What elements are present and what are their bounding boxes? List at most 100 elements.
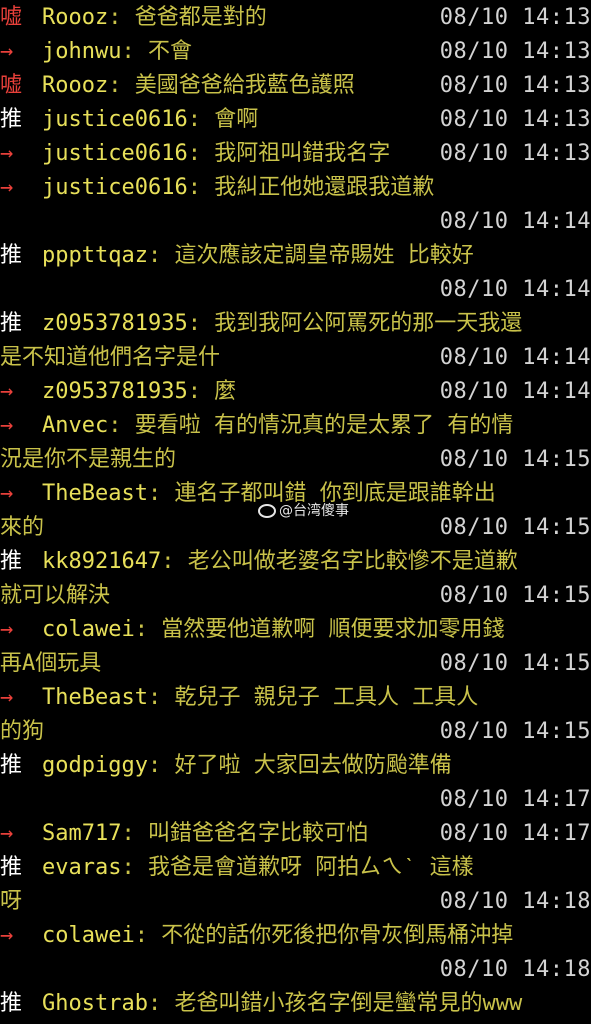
- push-tag: 推: [0, 243, 23, 268]
- boo-tag: 嘘: [0, 73, 23, 98]
- comment-time-line: 08/10 14:14: [0, 273, 591, 307]
- comment-line: 推 justice0616: 會啊 08/10 14:13: [0, 103, 591, 137]
- comment-line: → johnwu: 不會 08/10 14:13: [0, 35, 591, 69]
- comment-time: 08/10 14:15: [439, 447, 591, 472]
- comment-line: → TheBeast: 乾兒子 親兒子 工具人 工具人: [0, 681, 591, 715]
- username: Ghostrab: 老爸叫錯小孩名字倒是蠻常見的www: [42, 991, 523, 1016]
- comment-text: : 我爸是會道歉呀 阿拍ㄙㄟˋ 這樣: [121, 855, 474, 880]
- comment-time: 08/10 14:15: [439, 583, 591, 608]
- comment-time: 08/10 14:13: [439, 39, 591, 64]
- push-tag: 推: [0, 855, 23, 880]
- comment-time: 08/10 14:14: [439, 379, 591, 404]
- username: justice0616: 我糾正他她還跟我道歉: [42, 175, 435, 200]
- username: kk8921647: 老公叫做老婆名字比較慘不是道歉: [42, 549, 518, 574]
- comment-continuation: 的狗 08/10 14:15: [0, 715, 591, 749]
- comment-text: : 爸爸都是對的: [108, 5, 267, 30]
- push-tag: 推: [0, 107, 23, 132]
- username: evaras: 我爸是會道歉呀 阿拍ㄙㄟˋ 這樣: [42, 855, 474, 880]
- comment-text: : 乾兒子 親兒子 工具人 工具人: [147, 685, 479, 710]
- comment-time: 08/10 14:18: [439, 889, 591, 914]
- comment-time: 08/10 14:18: [439, 957, 591, 982]
- comment-line: → Sam717: 叫錯爸爸名字比較可怕 08/10 14:17: [0, 817, 591, 851]
- username: johnwu: 不會: [42, 39, 192, 64]
- comment-continuation: 況是你不是親生的 08/10 14:15: [0, 443, 591, 477]
- arrow-tag: →: [0, 141, 14, 166]
- comment-text: : 我阿祖叫錯我名字: [187, 141, 391, 166]
- push-tag: 推: [0, 311, 23, 336]
- comment-time: 08/10 14:13: [439, 107, 591, 132]
- comment-text-continued: 就可以解決: [0, 583, 111, 608]
- comment-line: 嘘 Roooz: 美國爸爸給我藍色護照 08/10 14:13: [0, 69, 591, 103]
- comment-line: → justice0616: 我糾正他她還跟我道歉: [0, 171, 591, 205]
- comment-line: 推 kk8921647: 老公叫做老婆名字比較慘不是道歉: [0, 545, 591, 579]
- comment-continuation: 是不知道他們名字是什 08/10 14:14: [0, 341, 591, 375]
- comment-line: 推 evaras: 我爸是會道歉呀 阿拍ㄙㄟˋ 這樣: [0, 851, 591, 885]
- comment-time: 08/10 14:15: [439, 651, 591, 676]
- comment-line: 推 godpiggy: 好了啦 大家回去做防颱準備: [0, 749, 591, 783]
- arrow-tag: →: [0, 39, 14, 64]
- comment-time: 08/10 14:14: [439, 345, 591, 370]
- arrow-tag: →: [0, 413, 14, 438]
- comment-text: : 美國爸爸給我藍色護照: [108, 73, 355, 98]
- comment-time: 08/10 14:13: [439, 5, 591, 30]
- ptt-comment-screen: 嘘 Roooz: 爸爸都是對的 08/10 14:13 → johnwu: 不會…: [0, 0, 591, 1024]
- comment-text: : 我糾正他她還跟我道歉: [187, 175, 435, 200]
- username: colawei: 當然要他道歉啊 順便要求加零用錢: [42, 617, 505, 642]
- comment-time: 08/10 14:15: [439, 719, 591, 744]
- push-tag: 推: [0, 549, 23, 574]
- comment-text-continued: 的狗: [0, 719, 45, 744]
- comment-line: 推 Ghostrab: 老爸叫錯小孩名字倒是蠻常見的www: [0, 987, 591, 1021]
- comment-time: 08/10 14:14: [439, 209, 591, 234]
- comment-line: 推 z0953781935: 我到我阿公阿罵死的那一天我還: [0, 307, 591, 341]
- comment-text-continued: 呀: [0, 889, 23, 914]
- comment-continuation: 再A個玩具 08/10 14:15: [0, 647, 591, 681]
- username: colawei: 不從的話你死後把你骨灰倒馬桶沖掉: [42, 923, 514, 948]
- comment-text-continued: 來的: [0, 515, 45, 540]
- arrow-tag: →: [0, 685, 14, 710]
- weibo-icon: [258, 504, 276, 518]
- comment-line: 推 pppttqaz: 這次應該定調皇帝賜姓 比較好: [0, 239, 591, 273]
- comment-time: 08/10 14:17: [439, 787, 591, 812]
- comment-text: : 老爸叫錯小孩名字倒是蠻常見的www: [147, 991, 523, 1016]
- arrow-tag: →: [0, 821, 14, 846]
- comment-time: 08/10 14:13: [439, 73, 591, 98]
- arrow-tag: →: [0, 923, 14, 948]
- username: z0953781935: 麼: [42, 379, 237, 404]
- username: TheBeast: 乾兒子 親兒子 工具人 工具人: [42, 685, 479, 710]
- comment-time-line: 08/10 14:14: [0, 205, 591, 239]
- comment-time-line: 08/10 14:17: [0, 783, 591, 817]
- username: godpiggy: 好了啦 大家回去做防颱準備: [42, 753, 452, 778]
- comment-text-continued: 再A個玩具: [0, 651, 102, 676]
- comment-line: → colawei: 當然要他道歉啊 順便要求加零用錢: [0, 613, 591, 647]
- comment-time: 08/10 14:13: [439, 141, 591, 166]
- comment-text: : 不會: [121, 39, 192, 64]
- weibo-watermark: @台湾傻事: [258, 500, 349, 522]
- username: Roooz: 爸爸都是對的: [42, 5, 267, 30]
- comment-text: : 老公叫做老婆名字比較慘不是道歉: [161, 549, 518, 574]
- username: Roooz: 美國爸爸給我藍色護照: [42, 73, 355, 98]
- comment-continuation: 呀 08/10 14:18: [0, 885, 591, 919]
- comment-text: : 這次應該定調皇帝賜姓 比較好: [147, 243, 474, 268]
- username: z0953781935: 我到我阿公阿罵死的那一天我還: [42, 311, 523, 336]
- comment-time-line: 08/10 14:18: [0, 953, 591, 987]
- comment-text: : 叫錯爸爸名字比較可怕: [121, 821, 368, 846]
- comment-line: → colawei: 不從的話你死後把你骨灰倒馬桶沖掉: [0, 919, 591, 953]
- arrow-tag: →: [0, 379, 14, 404]
- push-tag: 推: [0, 991, 23, 1016]
- comment-text: : 會啊: [187, 107, 259, 132]
- comment-line: → justice0616: 我阿祖叫錯我名字 08/10 14:13: [0, 137, 591, 171]
- username: Anvec: 要看啦 有的情況真的是太累了 有的情: [42, 413, 514, 438]
- comment-text: : 麼: [187, 379, 237, 404]
- comment-line: → Anvec: 要看啦 有的情況真的是太累了 有的情: [0, 409, 591, 443]
- comment-text: : 當然要他道歉啊 順便要求加零用錢: [134, 617, 505, 642]
- comment-time: 08/10 14:17: [439, 821, 591, 846]
- comment-continuation: 就可以解決 08/10 14:15: [0, 579, 591, 613]
- comment-time: 08/10 14:14: [439, 277, 591, 302]
- arrow-tag: →: [0, 175, 14, 200]
- push-tag: 推: [0, 753, 23, 778]
- username: pppttqaz: 這次應該定調皇帝賜姓 比較好: [42, 243, 474, 268]
- comment-text: : 不從的話你死後把你骨灰倒馬桶沖掉: [134, 923, 514, 948]
- arrow-tag: →: [0, 481, 14, 506]
- comment-line: → z0953781935: 麼 08/10 14:14: [0, 375, 591, 409]
- comment-line: 嘘 Roooz: 爸爸都是對的 08/10 14:13: [0, 1, 591, 35]
